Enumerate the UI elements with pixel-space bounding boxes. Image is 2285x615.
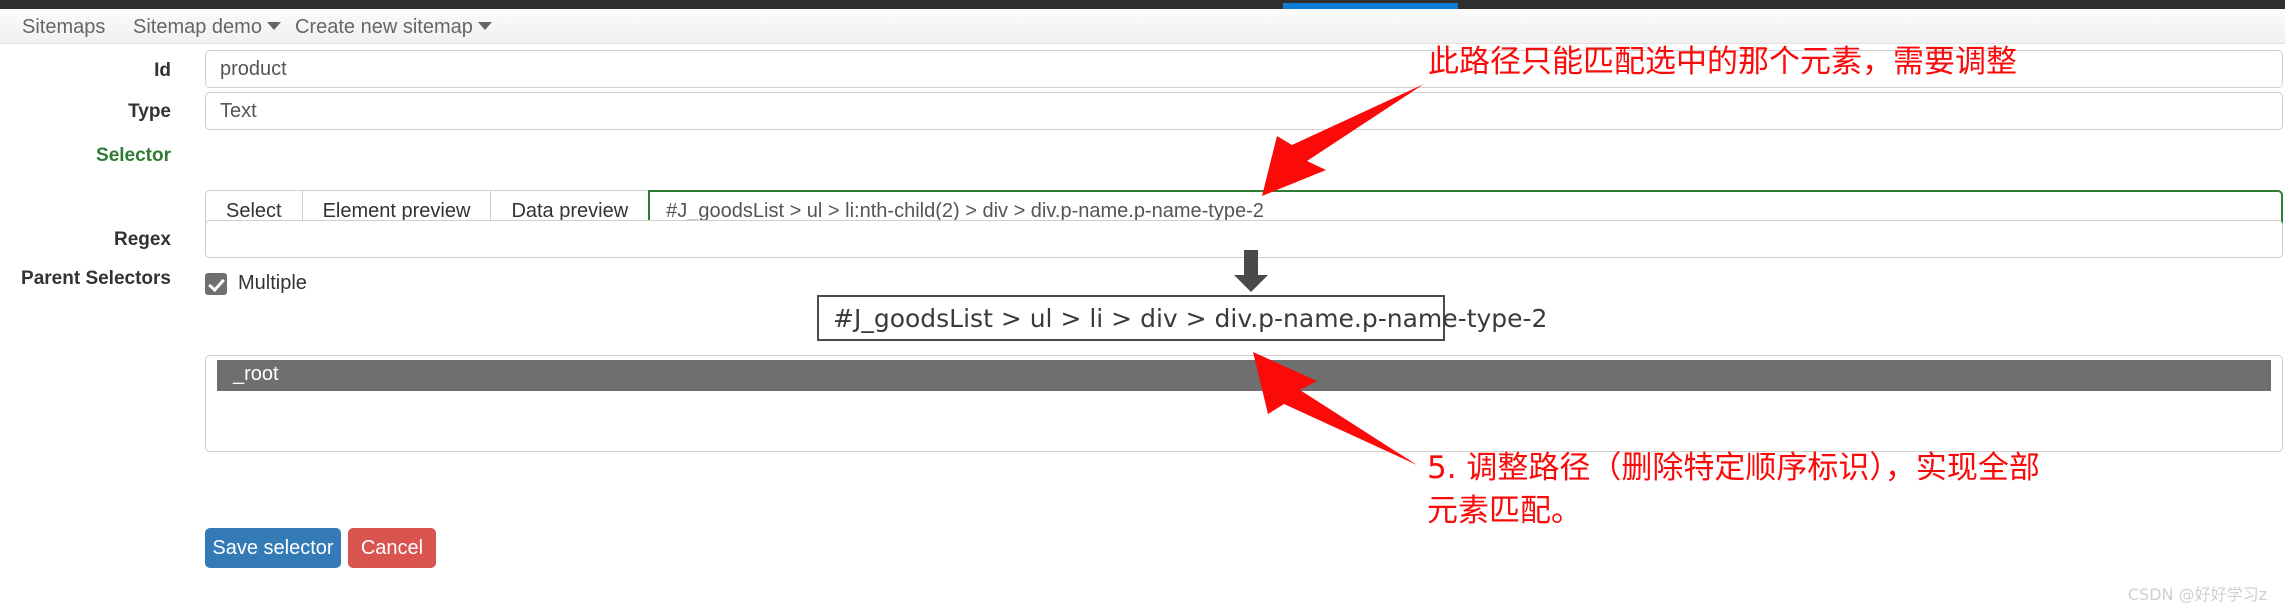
multiple-label: Multiple <box>238 272 307 294</box>
nav-item-sitemaps[interactable]: Sitemaps <box>22 16 105 39</box>
chevron-down-icon <box>477 22 492 30</box>
id-label: Id <box>154 60 171 81</box>
cancel-button[interactable]: Cancel <box>348 528 436 568</box>
selector-label: Selector <box>96 145 171 166</box>
nav-item-create-new-sitemap-label: Create new sitemap <box>295 16 473 38</box>
sitemap-navbar: Sitemaps Sitemap demo Create new sitemap <box>0 9 2285 44</box>
save-selector-button[interactable]: Save selector <box>205 528 341 568</box>
browser-top-bar <box>0 0 2285 9</box>
parent-selectors-listbox[interactable]: _root <box>205 355 2283 452</box>
regex-input[interactable] <box>205 220 2283 258</box>
parent-selectors-label: Parent Selectors <box>21 268 171 289</box>
regex-label: Regex <box>113 229 171 250</box>
adjusted-selector-callout: #J_goodsList > ul > li > div > div.p-nam… <box>817 295 1547 341</box>
annotation-top-note: 此路径只能匹配选中的那个元素，需要调整 <box>1428 44 2017 80</box>
type-label: Type <box>128 101 171 122</box>
chevron-down-icon <box>266 22 281 30</box>
watermark: CSDN @好好学习z <box>2127 585 2267 604</box>
nav-item-sitemap-demo[interactable]: Sitemap demo <box>133 16 281 39</box>
list-item[interactable]: _root <box>217 360 2271 391</box>
nav-item-sitemaps-label: Sitemaps <box>22 16 106 38</box>
type-select[interactable]: Text <box>205 92 2283 130</box>
annotation-bottom-note: 5. 调整路径（删除特定顺序标识），实现全部 元素匹配。 <box>1427 450 2040 529</box>
nav-item-sitemap-demo-label: Sitemap demo <box>133 16 262 38</box>
multiple-checkbox-row[interactable]: Multiple <box>205 272 307 295</box>
nav-item-create-new-sitemap[interactable]: Create new sitemap <box>295 16 492 39</box>
multiple-checkbox[interactable] <box>205 272 227 295</box>
